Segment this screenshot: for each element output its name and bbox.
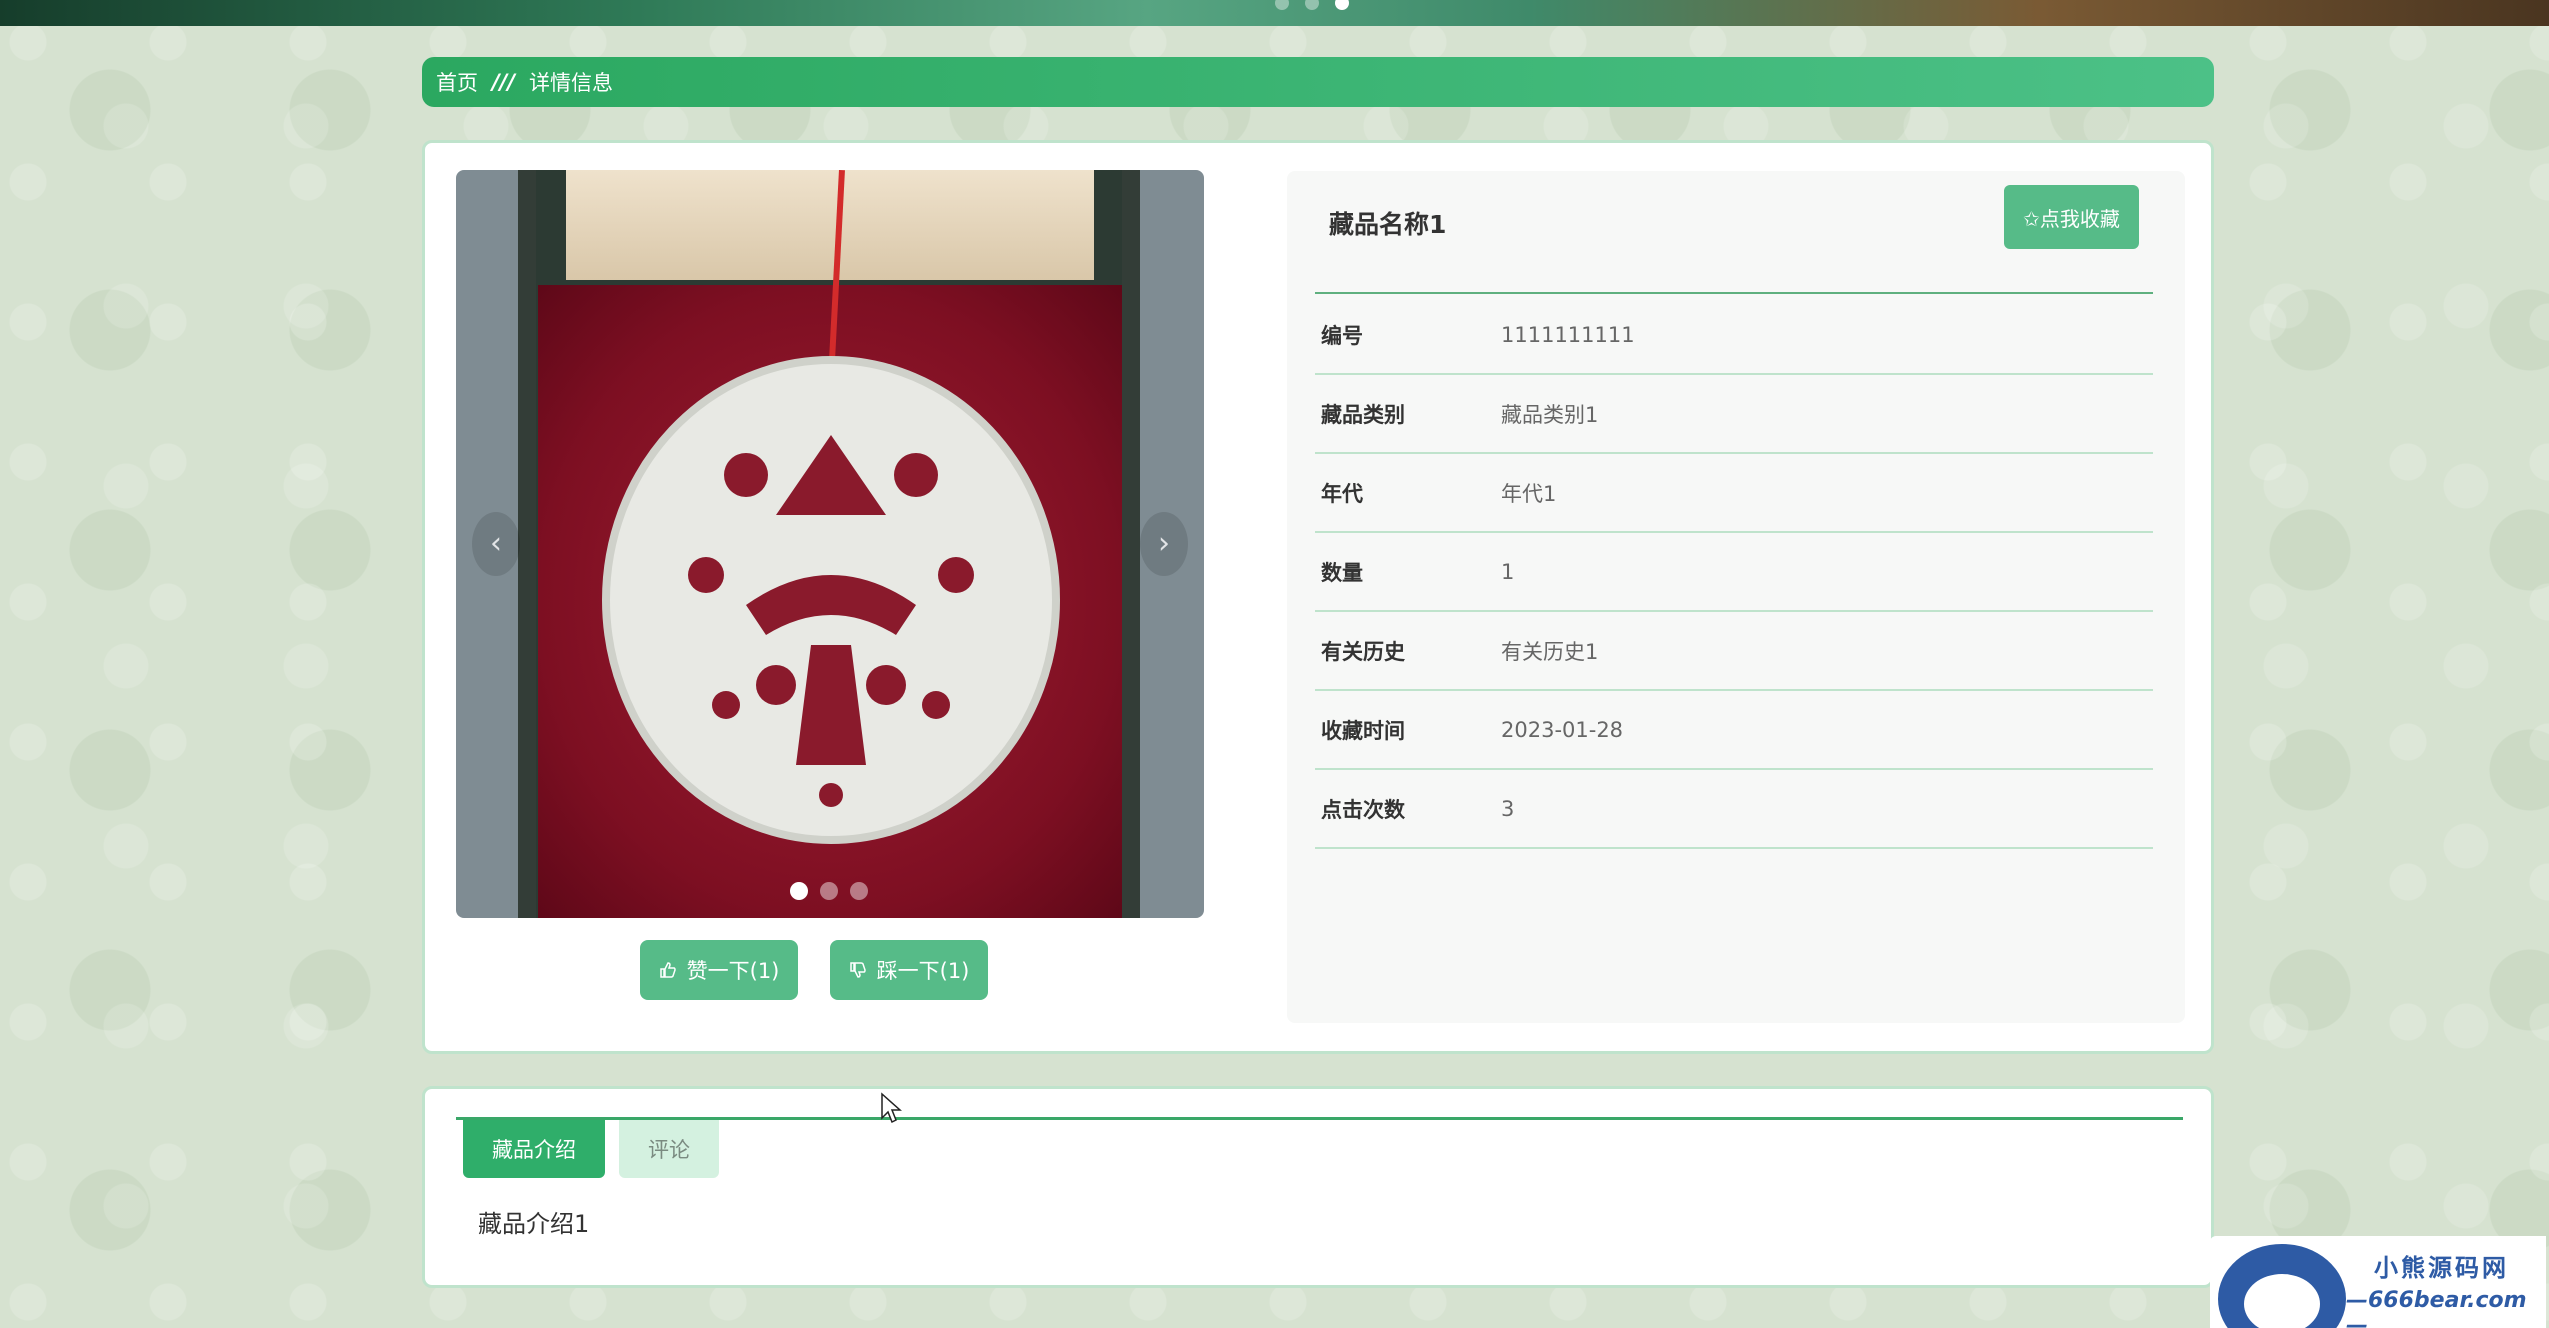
breadcrumb-home[interactable]: 首页 [436, 67, 478, 97]
info-row-clicks: 点击次数 3 [1315, 770, 2153, 849]
detail-card: ‹ › 赞一下(1) 踩一下(1) 藏品名称1 ✩点我收藏 编号 1111111… [422, 140, 2214, 1054]
tab-introduction[interactable]: 藏品介绍 [463, 1120, 605, 1178]
dislike-label: 踩一下(1) [876, 959, 970, 983]
info-label: 收藏时间 [1321, 718, 1405, 743]
carousel-next-button[interactable]: › [1140, 512, 1188, 576]
banner-indicators [1275, 0, 1349, 10]
favorite-button[interactable]: ✩点我收藏 [2004, 185, 2139, 249]
info-row-history: 有关历史 有关历史1 [1315, 612, 2153, 691]
banner-dot[interactable] [1305, 0, 1319, 10]
like-button[interactable]: 赞一下(1) [640, 940, 798, 1000]
info-value: 有关历史1 [1501, 639, 1599, 664]
tabs-card: 藏品介绍 评论 藏品介绍1 [422, 1086, 2214, 1288]
item-title: 藏品名称1 [1329, 210, 1447, 239]
info-header: 藏品名称1 ✩点我收藏 [1315, 171, 2153, 294]
info-row-era: 年代 年代1 [1315, 454, 2153, 533]
carousel-indicator-active[interactable] [790, 882, 808, 900]
top-banner [0, 0, 2549, 26]
dislike-button[interactable]: 踩一下(1) [830, 940, 988, 1000]
info-label: 藏品类别 [1321, 402, 1405, 427]
info-row-category: 藏品类别 藏品类别1 [1315, 375, 2153, 454]
info-value: 1111111111 [1501, 322, 1635, 347]
image-carousel[interactable]: ‹ › [456, 170, 1204, 918]
chevron-right-icon: › [1158, 526, 1170, 561]
info-value: 3 [1501, 796, 1515, 821]
watermark-title: 小熊源码网 [2374, 1254, 2509, 1282]
banner-dot[interactable] [1275, 0, 1289, 10]
info-panel: 藏品名称1 ✩点我收藏 编号 1111111111 藏品类别 藏品类别1 年代 … [1287, 171, 2185, 1023]
breadcrumb: 首页 /// 详情信息 [422, 57, 2214, 107]
jade-pendant-image [602, 356, 1060, 844]
info-row-number: 编号 1111111111 [1315, 296, 2153, 375]
tab-content: 藏品介绍1 [478, 1210, 590, 1238]
bear-logo-icon [2218, 1244, 2346, 1328]
info-rows: 编号 1111111111 藏品类别 藏品类别1 年代 年代1 数量 1 有关历… [1315, 296, 2153, 849]
info-row-quantity: 数量 1 [1315, 533, 2153, 612]
thumbs-down-icon [849, 962, 866, 978]
info-label: 点击次数 [1321, 797, 1405, 822]
info-value: 藏品类别1 [1501, 402, 1599, 427]
info-value: 2023-01-28 [1501, 717, 1624, 742]
paper-lining [566, 170, 1094, 280]
like-label: 赞一下(1) [686, 959, 780, 983]
watermark-url: —666bear.com— [2346, 1288, 2527, 1328]
info-label: 年代 [1321, 481, 1363, 506]
info-label: 编号 [1321, 323, 1363, 348]
breadcrumb-current: 详情信息 [529, 71, 614, 95]
mouse-cursor-icon [881, 1092, 902, 1124]
info-label: 有关历史 [1321, 639, 1405, 664]
carousel-indicators [790, 882, 868, 900]
info-label: 数量 [1321, 560, 1363, 585]
tab-comments[interactable]: 评论 [619, 1120, 719, 1178]
banner-dot-active[interactable] [1335, 0, 1349, 10]
watermark-logo: 小熊源码网 —666bear.com— [2210, 1236, 2546, 1328]
carousel-indicator[interactable] [820, 882, 838, 900]
info-value: 1 [1501, 559, 1515, 584]
chevron-left-icon: ‹ [490, 526, 502, 561]
carousel-indicator[interactable] [850, 882, 868, 900]
breadcrumb-separator: /// [492, 70, 516, 94]
info-row-collected-date: 收藏时间 2023-01-28 [1315, 691, 2153, 770]
info-value: 年代1 [1501, 481, 1557, 506]
thumbs-up-icon [659, 962, 676, 978]
carousel-prev-button[interactable]: ‹ [472, 512, 520, 576]
